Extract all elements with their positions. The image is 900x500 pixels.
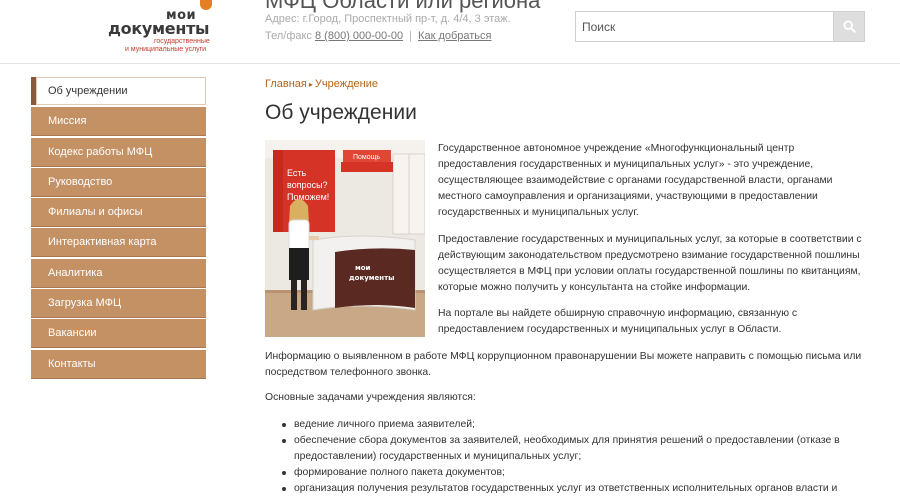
sidebar-item-about[interactable]: Об учреждении xyxy=(31,77,206,105)
site-header: мои документы государственные и муниципа… xyxy=(0,0,900,64)
directions-link[interactable]: Как добраться xyxy=(418,30,491,42)
corruption-paragraph: Информацию о выявленном в работе МФЦ кор… xyxy=(265,351,862,378)
sidebar-nav: Об учреждении Миссия Кодекс работы МФЦ Р… xyxy=(31,77,206,380)
sidebar-item-contacts[interactable]: Контакты xyxy=(31,349,206,378)
breadcrumb-current: Учреждение xyxy=(314,78,378,90)
contacts-separator: | xyxy=(409,30,412,42)
list-item: организация получения результатов госуда… xyxy=(280,481,870,497)
logo-subtitle-1: государственные xyxy=(154,38,210,45)
photo-sign-text-2: вопросы? xyxy=(287,180,328,190)
photo-sign-text-1: Есть xyxy=(287,168,307,178)
phone-link[interactable]: 8 (800) 000-00-00 xyxy=(315,30,403,42)
phone-label: Тел/факс xyxy=(265,30,312,42)
site-address: Адрес: г.Город, Проспектный пр-т, д. 4/4… xyxy=(265,13,511,25)
site-contacts: Тел/факс 8 (800) 000-00-00 | Как добрать… xyxy=(265,30,492,42)
logo-text-main: документы xyxy=(108,19,210,38)
sidebar-item-map[interactable]: Интерактивная карта xyxy=(31,228,206,257)
site-logo[interactable]: мои документы государственные и муниципа… xyxy=(104,0,214,56)
list-item: обеспечение сбора документов за заявител… xyxy=(280,433,870,465)
logo-mark-icon xyxy=(200,0,212,10)
list-item: ведение личного приема заявителей; xyxy=(280,417,870,433)
search-button[interactable] xyxy=(833,11,865,42)
sidebar-item-management[interactable]: Руководство xyxy=(31,167,206,196)
photo-desk-logo-1: мои xyxy=(355,264,371,272)
list-item: формирование полного пакета документов; xyxy=(280,465,870,481)
office-photo: Есть вопросы? Поможем! Помощь мои докуме… xyxy=(265,140,425,337)
breadcrumb-separator: ▸ xyxy=(308,80,313,89)
tasks-list: ведение личного приема заявителей; обесп… xyxy=(280,417,870,497)
office-photo-illustration: Есть вопросы? Поможем! Помощь мои докуме… xyxy=(265,140,425,337)
sidebar-item-branches[interactable]: Филиалы и офисы xyxy=(31,198,206,227)
photo-help-label: Помощь xyxy=(353,154,380,161)
tasks-heading: Основные задачами учреждения являются: xyxy=(265,392,476,403)
fee-paragraph: Предоставление государственных и муницип… xyxy=(438,234,862,293)
breadcrumb-home[interactable]: Главная xyxy=(265,78,307,90)
search-input[interactable] xyxy=(575,11,834,42)
sidebar-item-mission[interactable]: Миссия xyxy=(31,107,206,136)
search-icon xyxy=(842,20,856,33)
page-title: Об учреждении xyxy=(265,101,417,124)
intro-paragraph: Государственное автономное учреждение «М… xyxy=(438,143,833,218)
photo-sign-text-3: Поможем! xyxy=(287,192,329,202)
sidebar-item-analytics[interactable]: Аналитика xyxy=(31,258,206,287)
sidebar-item-vacancies[interactable]: Вакансии xyxy=(31,319,206,348)
portal-paragraph: На портале вы найдете обширную справочну… xyxy=(438,308,798,335)
sidebar-item-code[interactable]: Кодекс работы МФЦ xyxy=(31,137,206,166)
logo-subtitle-2: и муниципальные услуги xyxy=(125,46,207,53)
site-title: МФЦ Области или региона xyxy=(265,0,541,13)
breadcrumb: Главная ▸ Учреждение xyxy=(265,78,378,90)
photo-desk-logo-2: документы xyxy=(349,274,394,282)
sidebar-item-load[interactable]: Загрузка МФЦ xyxy=(31,289,206,318)
